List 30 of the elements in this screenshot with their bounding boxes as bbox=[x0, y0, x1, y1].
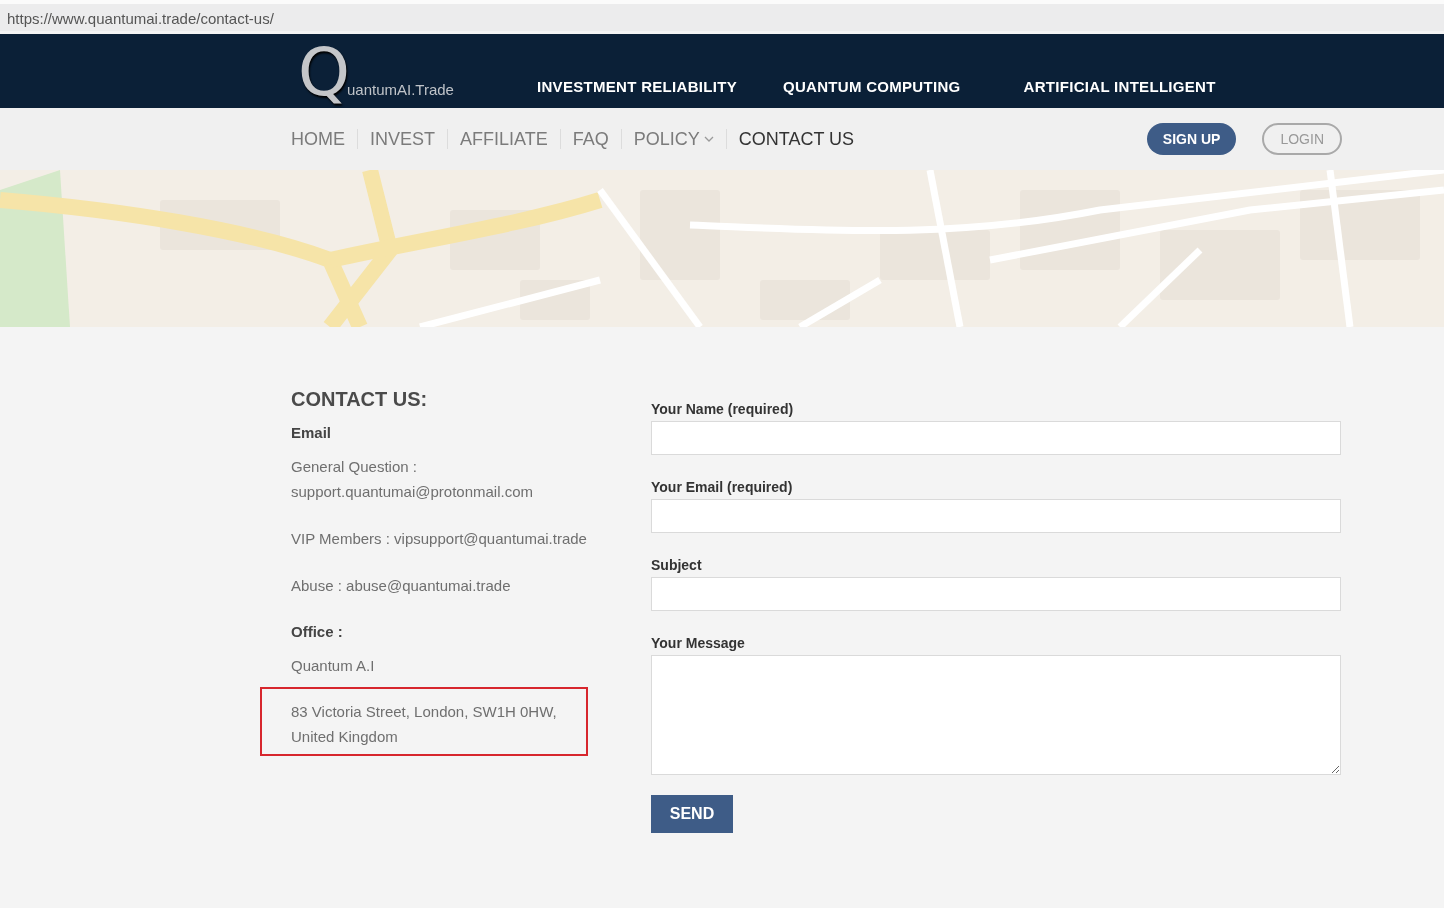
contact-text: 83 Victoria Street, London, SW1H 0HW, United Kingdom bbox=[291, 702, 558, 747]
section-title: CONTACT US: bbox=[291, 387, 428, 412]
contact-text: General Question : support.quantumai@protonmail.com bbox=[291, 457, 534, 502]
field-label: Your Name (required) bbox=[651, 400, 794, 418]
header-link[interactable]: ARTIFICIAL INTELLIGENT bbox=[1023, 78, 1216, 96]
nav-link[interactable]: POLICY bbox=[620, 129, 726, 149]
nav-link[interactable]: CONTACT US bbox=[725, 129, 867, 149]
field-label: Subject bbox=[651, 556, 702, 574]
send-button[interactable]: SEND bbox=[651, 795, 733, 833]
section-heading: Email bbox=[291, 423, 332, 443]
nav-link[interactable]: AFFILIATE bbox=[447, 129, 560, 149]
input-field[interactable] bbox=[651, 421, 1341, 455]
nav-link[interactable]: HOME bbox=[279, 129, 357, 149]
sign-up-button[interactable]: SIGN UP bbox=[1146, 123, 1237, 155]
contact-text: Abuse : abuse@quantumai.trade bbox=[291, 576, 511, 596]
nav-link[interactable]: FAQ bbox=[559, 129, 621, 149]
contact-text: VIP Members : vipsupport@quantumai.trade bbox=[291, 529, 587, 549]
header-link[interactable]: QUANTUM COMPUTING bbox=[782, 78, 961, 96]
logo-text[interactable]: uantumAI.Trade bbox=[346, 81, 454, 99]
contact-text: Quantum A.I bbox=[291, 656, 375, 676]
header-link[interactable]: INVESTMENT RELIABILITY bbox=[537, 78, 737, 96]
input-field[interactable] bbox=[651, 499, 1341, 533]
map-drawing[interactable] bbox=[0, 170, 1444, 327]
field-label: Your Message bbox=[651, 634, 745, 652]
field-label: Your Email (required) bbox=[651, 478, 793, 496]
address-bar[interactable]: https://www.quantumai.trade/contact-us/ bbox=[0, 0, 1444, 31]
text-area[interactable] bbox=[651, 655, 1341, 775]
section-heading: Office : bbox=[291, 622, 343, 642]
input-field[interactable] bbox=[651, 577, 1341, 611]
nav-link[interactable]: INVEST bbox=[357, 129, 447, 149]
